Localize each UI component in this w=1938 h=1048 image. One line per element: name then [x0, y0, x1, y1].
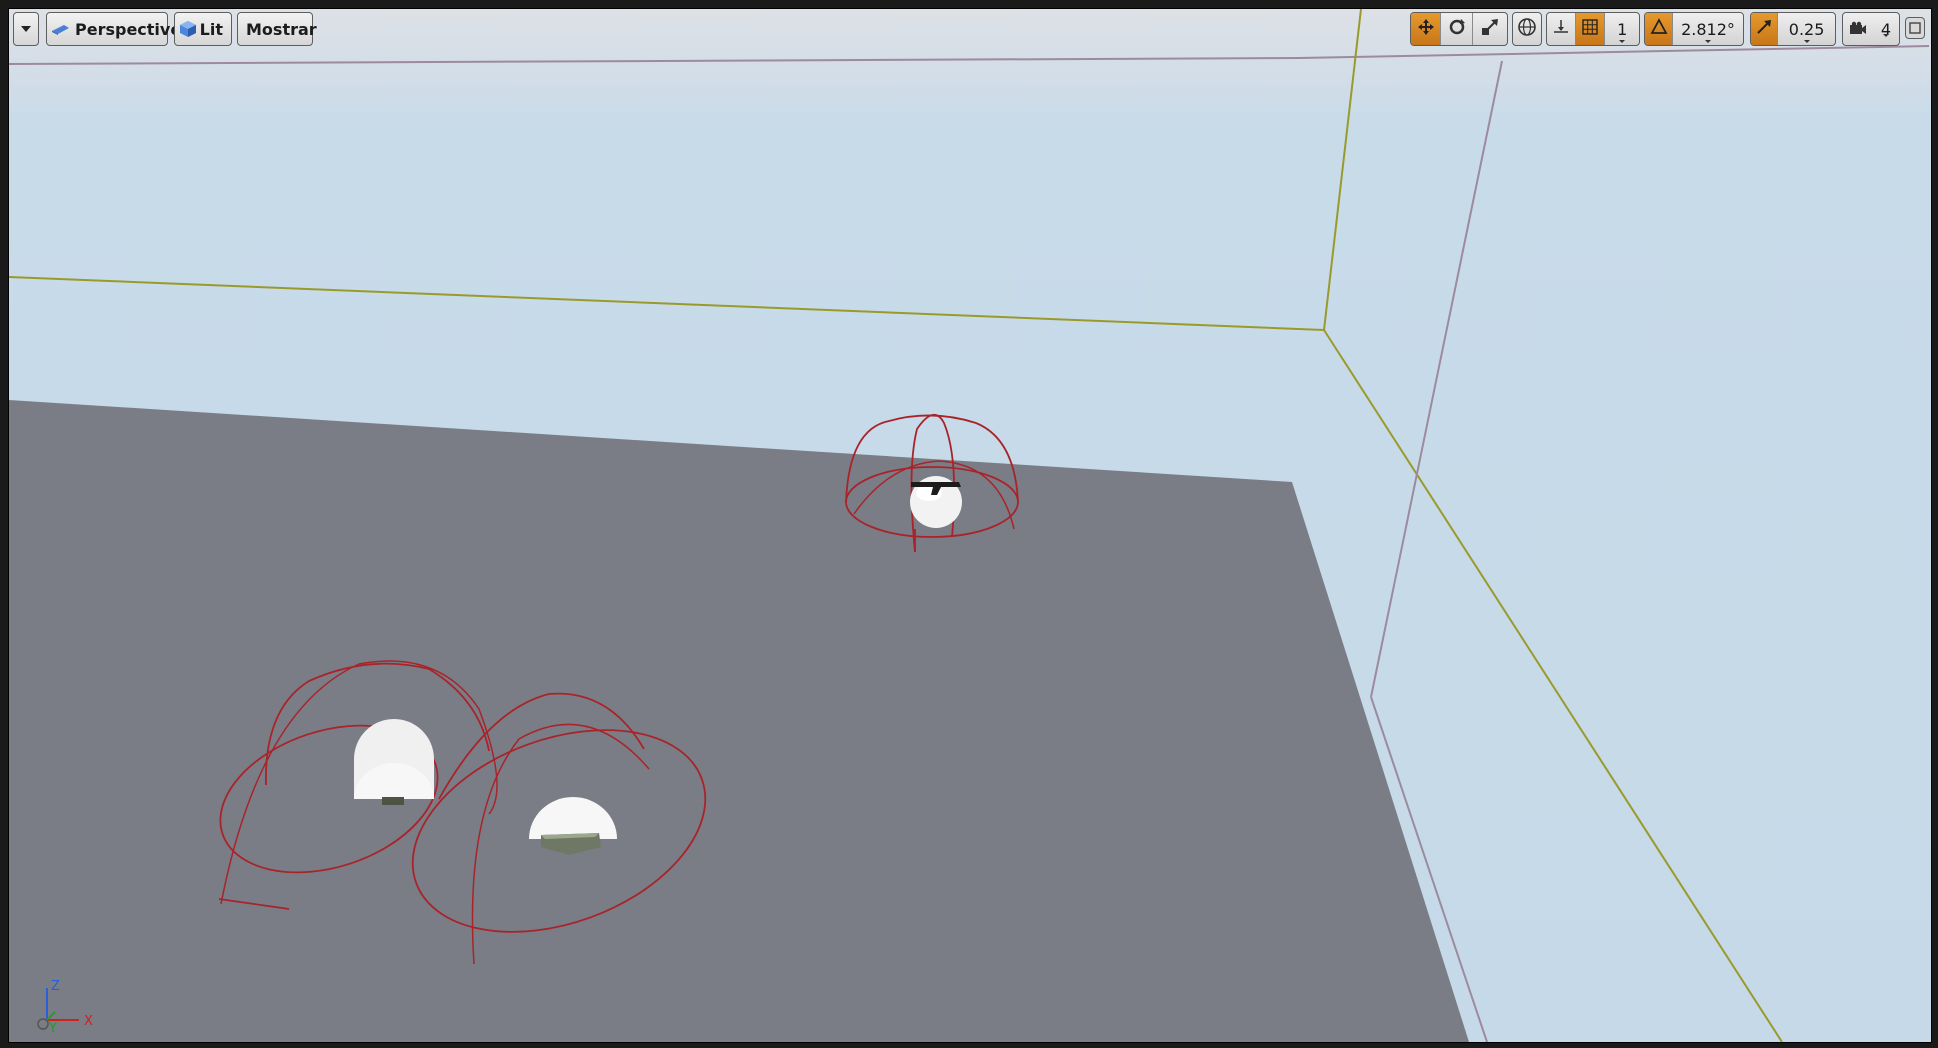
- bounds-line-top-right: [1298, 45, 1930, 59]
- axis-origin-icon: [37, 1018, 49, 1030]
- y-axis-label: Y: [48, 1021, 57, 1034]
- perspective-label: Perspective: [75, 19, 182, 39]
- viewport-scene[interactable]: [9, 9, 1931, 1042]
- level-viewport[interactable]: Perspective Lit Mostrar 1 2.812° 0.25 4 …: [8, 8, 1932, 1043]
- camera-speed-button[interactable]: 4: [1843, 13, 1899, 45]
- surface-snap-icon: [1552, 18, 1570, 40]
- scale-snap-icon: [1755, 18, 1773, 40]
- rotation-snap-group[interactable]: 2.812°: [1644, 12, 1744, 46]
- maximize-viewport-button[interactable]: [1905, 17, 1925, 39]
- transform-mode-group[interactable]: [1410, 12, 1508, 46]
- show-flags-button[interactable]: Mostrar: [237, 12, 317, 46]
- angle-icon: [1649, 18, 1668, 40]
- z-axis-label: Z: [51, 979, 60, 994]
- grid-snap-group[interactable]: 1: [1546, 12, 1640, 46]
- scale-mode-button[interactable]: [1473, 13, 1507, 45]
- move-arrows-icon: [1417, 18, 1435, 40]
- show-label: Mostrar: [246, 19, 317, 39]
- perspective-button[interactable]: Perspective: [46, 12, 181, 46]
- grid-icon: [1581, 18, 1599, 40]
- y-axis-line: [46, 1011, 56, 1021]
- rotate-mode-button[interactable]: [1441, 13, 1473, 45]
- rotate-icon: [1448, 18, 1466, 40]
- scale-snap-toggle[interactable]: [1751, 13, 1779, 45]
- translate-mode-button[interactable]: [1411, 13, 1441, 45]
- bounds-line-mauve-vertical: [1370, 60, 1503, 698]
- camera-icon: [1849, 20, 1867, 39]
- maximize-icon: [1909, 19, 1921, 38]
- lit-label: Lit: [199, 19, 223, 39]
- camera-perspective-icon: [51, 18, 71, 40]
- grid-snap-value[interactable]: 1: [1605, 13, 1639, 45]
- x-axis-label: X: [84, 1014, 93, 1029]
- lit-cube-icon: [178, 18, 198, 40]
- coordinate-system-group[interactable]: [1512, 12, 1542, 46]
- camera-speed-group[interactable]: 4: [1842, 12, 1900, 46]
- chevron-down-icon: [15, 18, 37, 40]
- globe-icon: [1517, 17, 1537, 41]
- axis-indicator: Z X Y: [37, 979, 93, 1034]
- bounds-line-olive-left: [9, 276, 1325, 331]
- scale-icon: [1481, 18, 1499, 40]
- rotation-snap-toggle[interactable]: [1645, 13, 1673, 45]
- view-mode-lit-button[interactable]: Lit: [174, 12, 232, 46]
- grid-snap-toggle[interactable]: [1576, 13, 1606, 45]
- scale-snap-group[interactable]: 0.25: [1750, 12, 1836, 46]
- viewport-options-button[interactable]: [13, 12, 39, 46]
- surface-snapping-button[interactable]: [1547, 13, 1577, 45]
- rotation-snap-value[interactable]: 2.812°: [1673, 13, 1743, 45]
- world-coordinates-button[interactable]: [1513, 13, 1541, 45]
- bounds-line-top: [9, 57, 1300, 65]
- ground-plane[interactable]: [9, 400, 1469, 1042]
- camera-speed-value: 4: [1880, 19, 1891, 39]
- scale-snap-value[interactable]: 0.25: [1778, 13, 1835, 45]
